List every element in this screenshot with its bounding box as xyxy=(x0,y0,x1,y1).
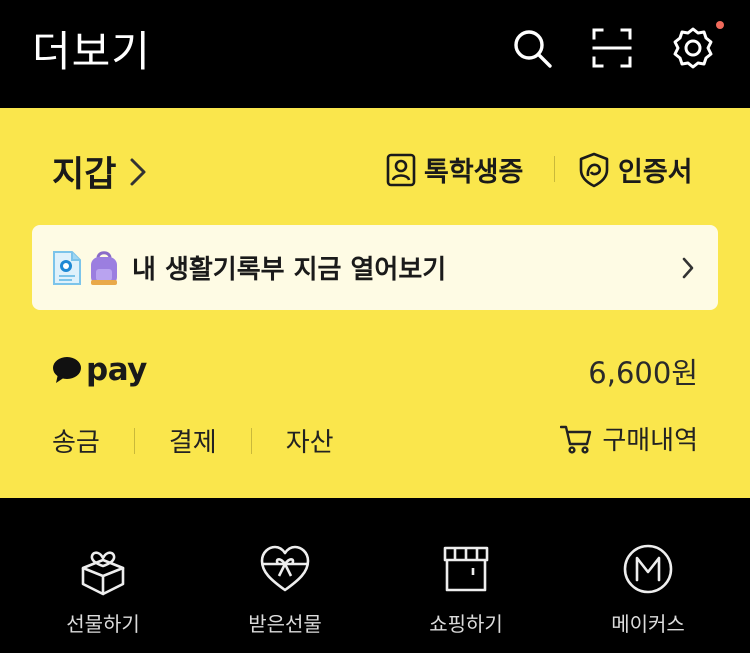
student-id-label: 톡학생증 xyxy=(424,157,524,188)
tab-shopping-label: 쇼핑하기 xyxy=(429,612,503,636)
chevron-right-icon xyxy=(682,257,694,279)
gear-icon[interactable] xyxy=(671,26,715,70)
search-icon[interactable] xyxy=(510,26,554,70)
wallet-title-link[interactable]: 지갑 xyxy=(52,146,150,197)
purchase-history-label: 구매내역 xyxy=(602,426,698,456)
divider xyxy=(554,156,555,182)
bottom-shortcuts: 선물하기 받은선물 쇼핑하기 메이커스 xyxy=(0,498,750,653)
page-title: 더보기 xyxy=(32,27,151,76)
tab-makers[interactable]: 메이커스 xyxy=(573,542,723,637)
student-id-icon xyxy=(386,153,416,186)
header-bar: 더보기 xyxy=(0,0,750,108)
document-icon xyxy=(53,251,81,285)
pay-actions: 송금 결제 자산 xyxy=(52,422,334,459)
divider xyxy=(250,427,252,454)
pay-balance[interactable]: 6,600원 xyxy=(588,350,698,392)
tab-gift[interactable]: 선물하기 xyxy=(28,542,178,637)
assets-button[interactable]: 자산 xyxy=(286,422,334,459)
heart-gift-icon xyxy=(260,545,310,592)
scan-icon[interactable] xyxy=(590,26,634,70)
student-id-link[interactable]: 톡학생증 xyxy=(386,150,523,189)
certificate-link[interactable]: 인증서 xyxy=(578,150,693,189)
payment-button[interactable]: 결제 xyxy=(169,422,217,459)
banner-text: 내 생활기록부 지금 열어보기 xyxy=(132,255,447,285)
pay-logo-text: pay xyxy=(86,352,147,388)
speech-bubble-icon xyxy=(53,357,81,383)
tab-received-gifts-label: 받은선물 xyxy=(248,612,322,636)
wallet-section: 지갑 톡학생증 인증서 내 생활기록부 지금 열어보기 pay 6,600원 송… xyxy=(0,108,750,498)
makers-m-icon xyxy=(623,544,673,594)
backpack-icon xyxy=(91,251,117,285)
chevron-right-icon xyxy=(126,155,150,189)
cart-icon xyxy=(560,425,592,454)
tab-gift-label: 선물하기 xyxy=(66,612,140,636)
notification-dot xyxy=(716,21,724,29)
tab-received-gifts[interactable]: 받은선물 xyxy=(210,542,360,637)
wallet-title: 지갑 xyxy=(52,155,117,195)
store-icon xyxy=(443,546,489,592)
records-banner[interactable]: 내 생활기록부 지금 열어보기 xyxy=(32,225,718,310)
gift-box-icon xyxy=(81,551,125,596)
divider xyxy=(133,427,135,454)
certificate-label: 인증서 xyxy=(618,157,693,188)
transfer-button[interactable]: 송금 xyxy=(52,422,100,459)
purchase-history-button[interactable]: 구매내역 xyxy=(560,420,698,457)
tab-shopping[interactable]: 쇼핑하기 xyxy=(391,542,541,637)
certificate-shield-icon xyxy=(579,152,609,187)
pay-logo[interactable]: pay xyxy=(52,352,147,388)
tab-makers-label: 메이커스 xyxy=(611,612,685,636)
